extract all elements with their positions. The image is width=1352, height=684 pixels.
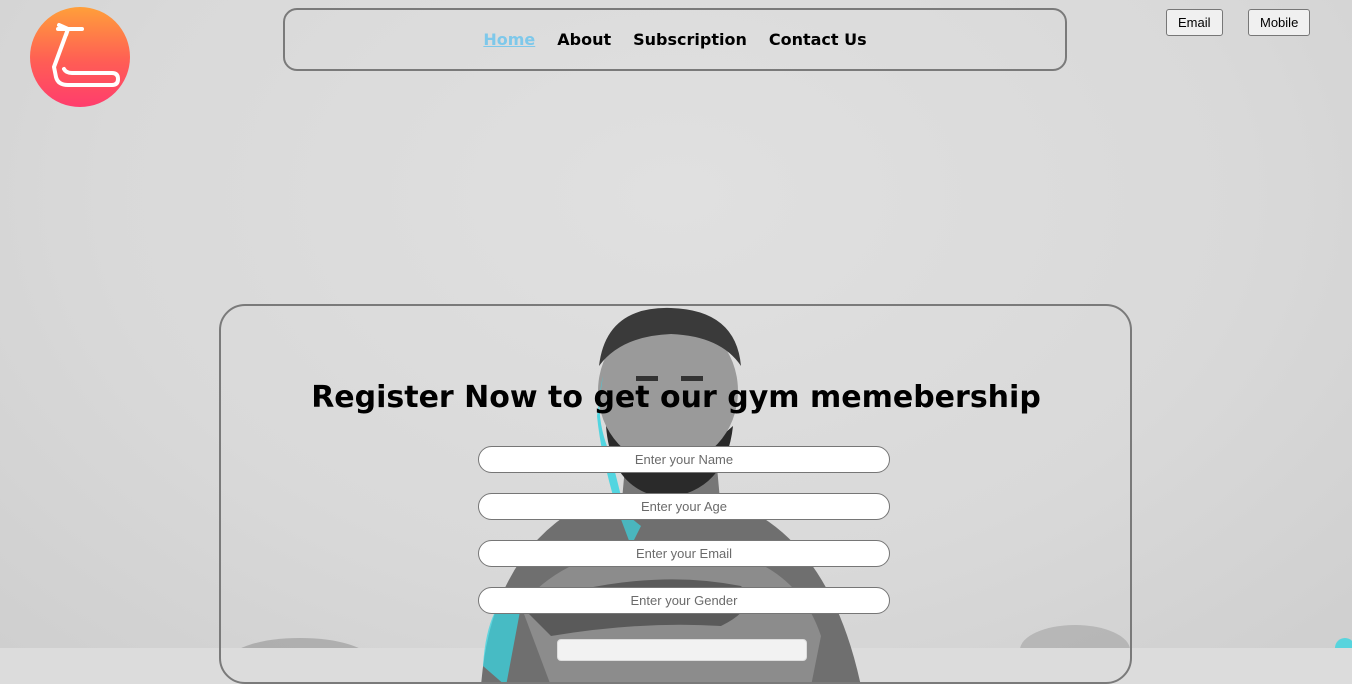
mobile-button[interactable]: Mobile <box>1248 9 1311 36</box>
name-input[interactable] <box>478 446 890 473</box>
register-title: Register Now to get our gym memebership <box>311 380 1041 415</box>
main-nav: Home About Subscription Contact Us <box>283 8 1067 71</box>
nav-subscription-link[interactable]: Subscription <box>633 30 747 49</box>
email-input[interactable] <box>478 540 890 567</box>
treadmill-icon <box>52 23 120 87</box>
nav-about-link[interactable]: About <box>557 30 611 49</box>
age-input[interactable] <box>478 493 890 520</box>
gender-input[interactable] <box>478 587 890 614</box>
logo[interactable] <box>30 7 130 107</box>
nav-contact-link[interactable]: Contact Us <box>769 30 867 49</box>
submit-button[interactable] <box>557 639 807 661</box>
email-button[interactable]: Email <box>1166 9 1223 36</box>
nav-home-link[interactable]: Home <box>483 30 535 49</box>
